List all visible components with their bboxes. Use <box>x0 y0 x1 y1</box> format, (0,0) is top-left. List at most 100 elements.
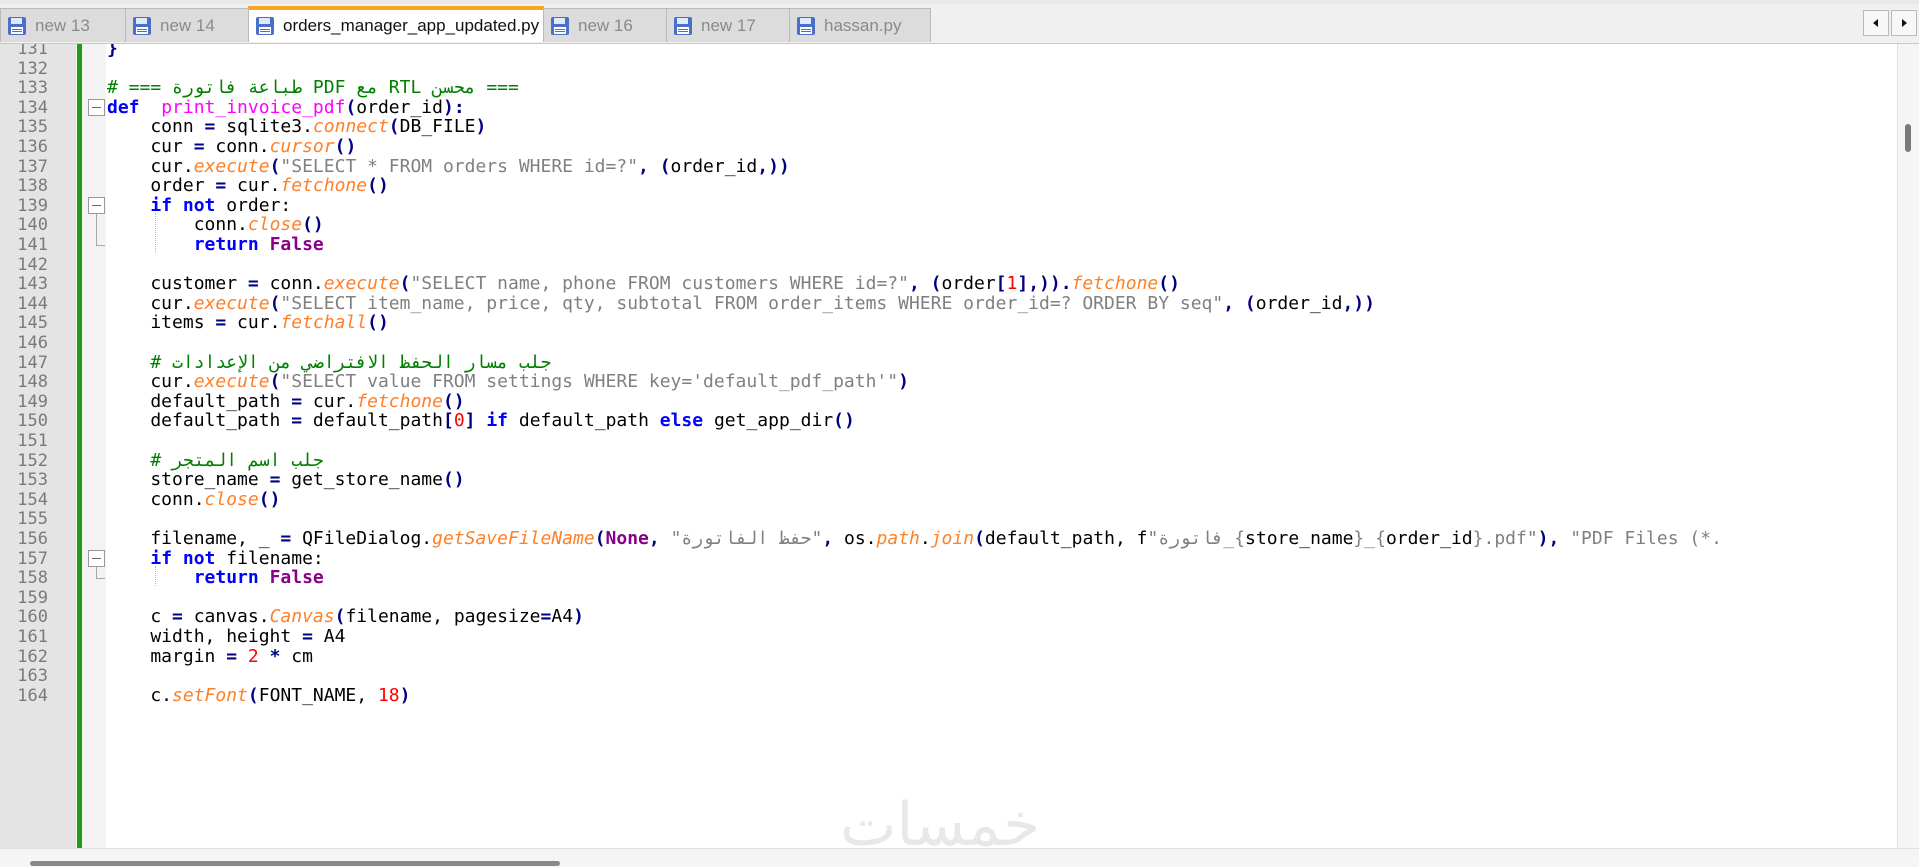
code-token: ) <box>475 116 487 138</box>
code-token: None <box>605 528 649 549</box>
code-token: os. <box>844 528 877 549</box>
horizontal-scroll-thumb[interactable] <box>30 861 560 866</box>
code-line[interactable]: c.setFont(FONT_NAME, 18) <box>107 684 410 708</box>
save-disk-icon <box>673 16 693 36</box>
code-line[interactable]: default_path = default_path[0] if defaul… <box>107 409 855 433</box>
tab-new-16[interactable]: new 16 <box>543 8 667 42</box>
code-line[interactable]: return False <box>107 566 324 590</box>
code-token: ( <box>974 528 985 549</box>
code-token: ), <box>1537 528 1571 549</box>
tab-label: new 17 <box>701 15 756 35</box>
tab-list: new 13 new 14 orders_manager_app_updated.p… <box>0 6 931 42</box>
code-token: store_name <box>1245 528 1354 549</box>
code-line[interactable]: items = cur.fetchall() <box>107 311 389 335</box>
save-disk-icon <box>7 16 27 36</box>
code-token: cur. <box>226 312 281 334</box>
code-token: = <box>540 606 552 628</box>
code-token: return <box>193 234 259 255</box>
code-token: default_path <box>107 410 292 432</box>
code-token: cm <box>280 645 313 667</box>
code-token: * <box>269 645 281 667</box>
fold-line <box>96 566 97 579</box>
code-token: () <box>367 312 389 334</box>
code-area[interactable]: } # === طباعة فاتورة PDF مع RTL محسن === d… <box>107 44 1897 848</box>
scroll-left-icon[interactable] <box>1863 10 1889 36</box>
watermark-logo: خمسات <box>840 790 1041 860</box>
code-token: ,)) <box>757 155 790 177</box>
code-token: get_app_dir <box>703 410 834 432</box>
code-token: "PDF Files (*. <box>1570 528 1722 549</box>
code-line[interactable]: margin = 2 * cm <box>107 645 313 669</box>
code-token: "حفظ الفاتورة" <box>670 528 823 549</box>
code-token: A4 <box>551 606 574 628</box>
code-token: items <box>107 312 216 334</box>
vertical-scroll-thumb[interactable] <box>1905 124 1911 152</box>
code-token: = <box>215 312 227 334</box>
code-line[interactable]: return False <box>107 233 324 257</box>
code-token: ( <box>594 528 606 549</box>
tab-label: new 14 <box>160 15 215 35</box>
save-disk-icon <box>796 16 816 36</box>
code-token: ] <box>464 410 476 432</box>
tab-orders-manager-app-updated-py[interactable]: orders_manager_app_updated.py <box>248 6 592 42</box>
code-token: ) <box>898 371 909 393</box>
code-token: ) <box>573 606 584 628</box>
code-token: else <box>659 410 704 432</box>
code-token: get_store_name <box>280 469 443 491</box>
code-token: getSaveFileName <box>432 528 595 549</box>
code-token: 18 <box>377 684 400 706</box>
tab-hassan-py[interactable]: hassan.py <box>789 8 931 42</box>
fold-toggle-icon[interactable] <box>88 98 105 116</box>
code-token: , <box>822 528 844 549</box>
code-token: , ( <box>638 155 671 177</box>
code-token: 0 <box>453 410 465 432</box>
code-token: c. <box>107 684 173 706</box>
tab-label: hassan.py <box>824 15 902 35</box>
vertical-scrollbar[interactable] <box>1897 44 1919 848</box>
code-line[interactable]: conn.close() <box>107 488 280 512</box>
line-number-gutter: 131 132 133 134 135 136 137 138 139 140 141 142 143 1… <box>0 44 76 848</box>
fold-end-marker <box>96 245 105 246</box>
tab-label: new 13 <box>35 15 90 35</box>
fold-toggle-icon[interactable] <box>88 196 105 214</box>
code-token: setFont <box>172 684 248 706</box>
code-token: }_{ <box>1353 528 1386 549</box>
code-token: A4 <box>312 626 346 647</box>
code-token: return <box>193 567 259 589</box>
code-token: ,)) <box>1342 292 1375 314</box>
code-token: ( <box>247 684 259 706</box>
tab-bar: new 13 new 14 orders_manager_app_updated.p… <box>0 0 1919 44</box>
save-disk-icon <box>255 16 275 36</box>
scroll-right-icon[interactable] <box>1891 10 1917 36</box>
tab-new-14[interactable]: new 14 <box>125 8 249 42</box>
code-token: = <box>291 410 303 432</box>
code-token: 2 <box>247 645 259 667</box>
line-number: 164 <box>17 685 48 706</box>
code-line[interactable]: } <box>107 44 118 61</box>
fold-toggle-icon[interactable] <box>88 549 105 567</box>
tab-new-13[interactable]: new 13 <box>0 8 126 42</box>
code-token: . <box>919 528 931 549</box>
code-token: order_id <box>670 155 758 177</box>
tab-new-17[interactable]: new 17 <box>666 8 790 42</box>
tab-label: orders_manager_app_updated.py <box>283 16 540 35</box>
code-token: ( <box>388 116 400 138</box>
code-token: close <box>204 488 259 510</box>
code-token: FONT_NAME, <box>258 684 378 706</box>
save-disk-icon <box>132 16 152 36</box>
code-token: order_id <box>1385 528 1473 549</box>
code-token: fetchall <box>280 312 368 334</box>
tab-label: new 16 <box>578 15 633 35</box>
code-line[interactable]: filename, _ = QFileDialog.getSaveFileNam… <box>107 527 1722 551</box>
code-token: join <box>930 528 975 549</box>
code-token: fetchone <box>280 175 368 197</box>
code-editor[interactable]: 131 132 133 134 135 136 137 138 139 140 141 142 143 1… <box>0 44 1919 848</box>
save-disk-icon <box>550 16 570 36</box>
code-token: if <box>486 410 509 432</box>
code-token: default_path <box>508 410 660 432</box>
